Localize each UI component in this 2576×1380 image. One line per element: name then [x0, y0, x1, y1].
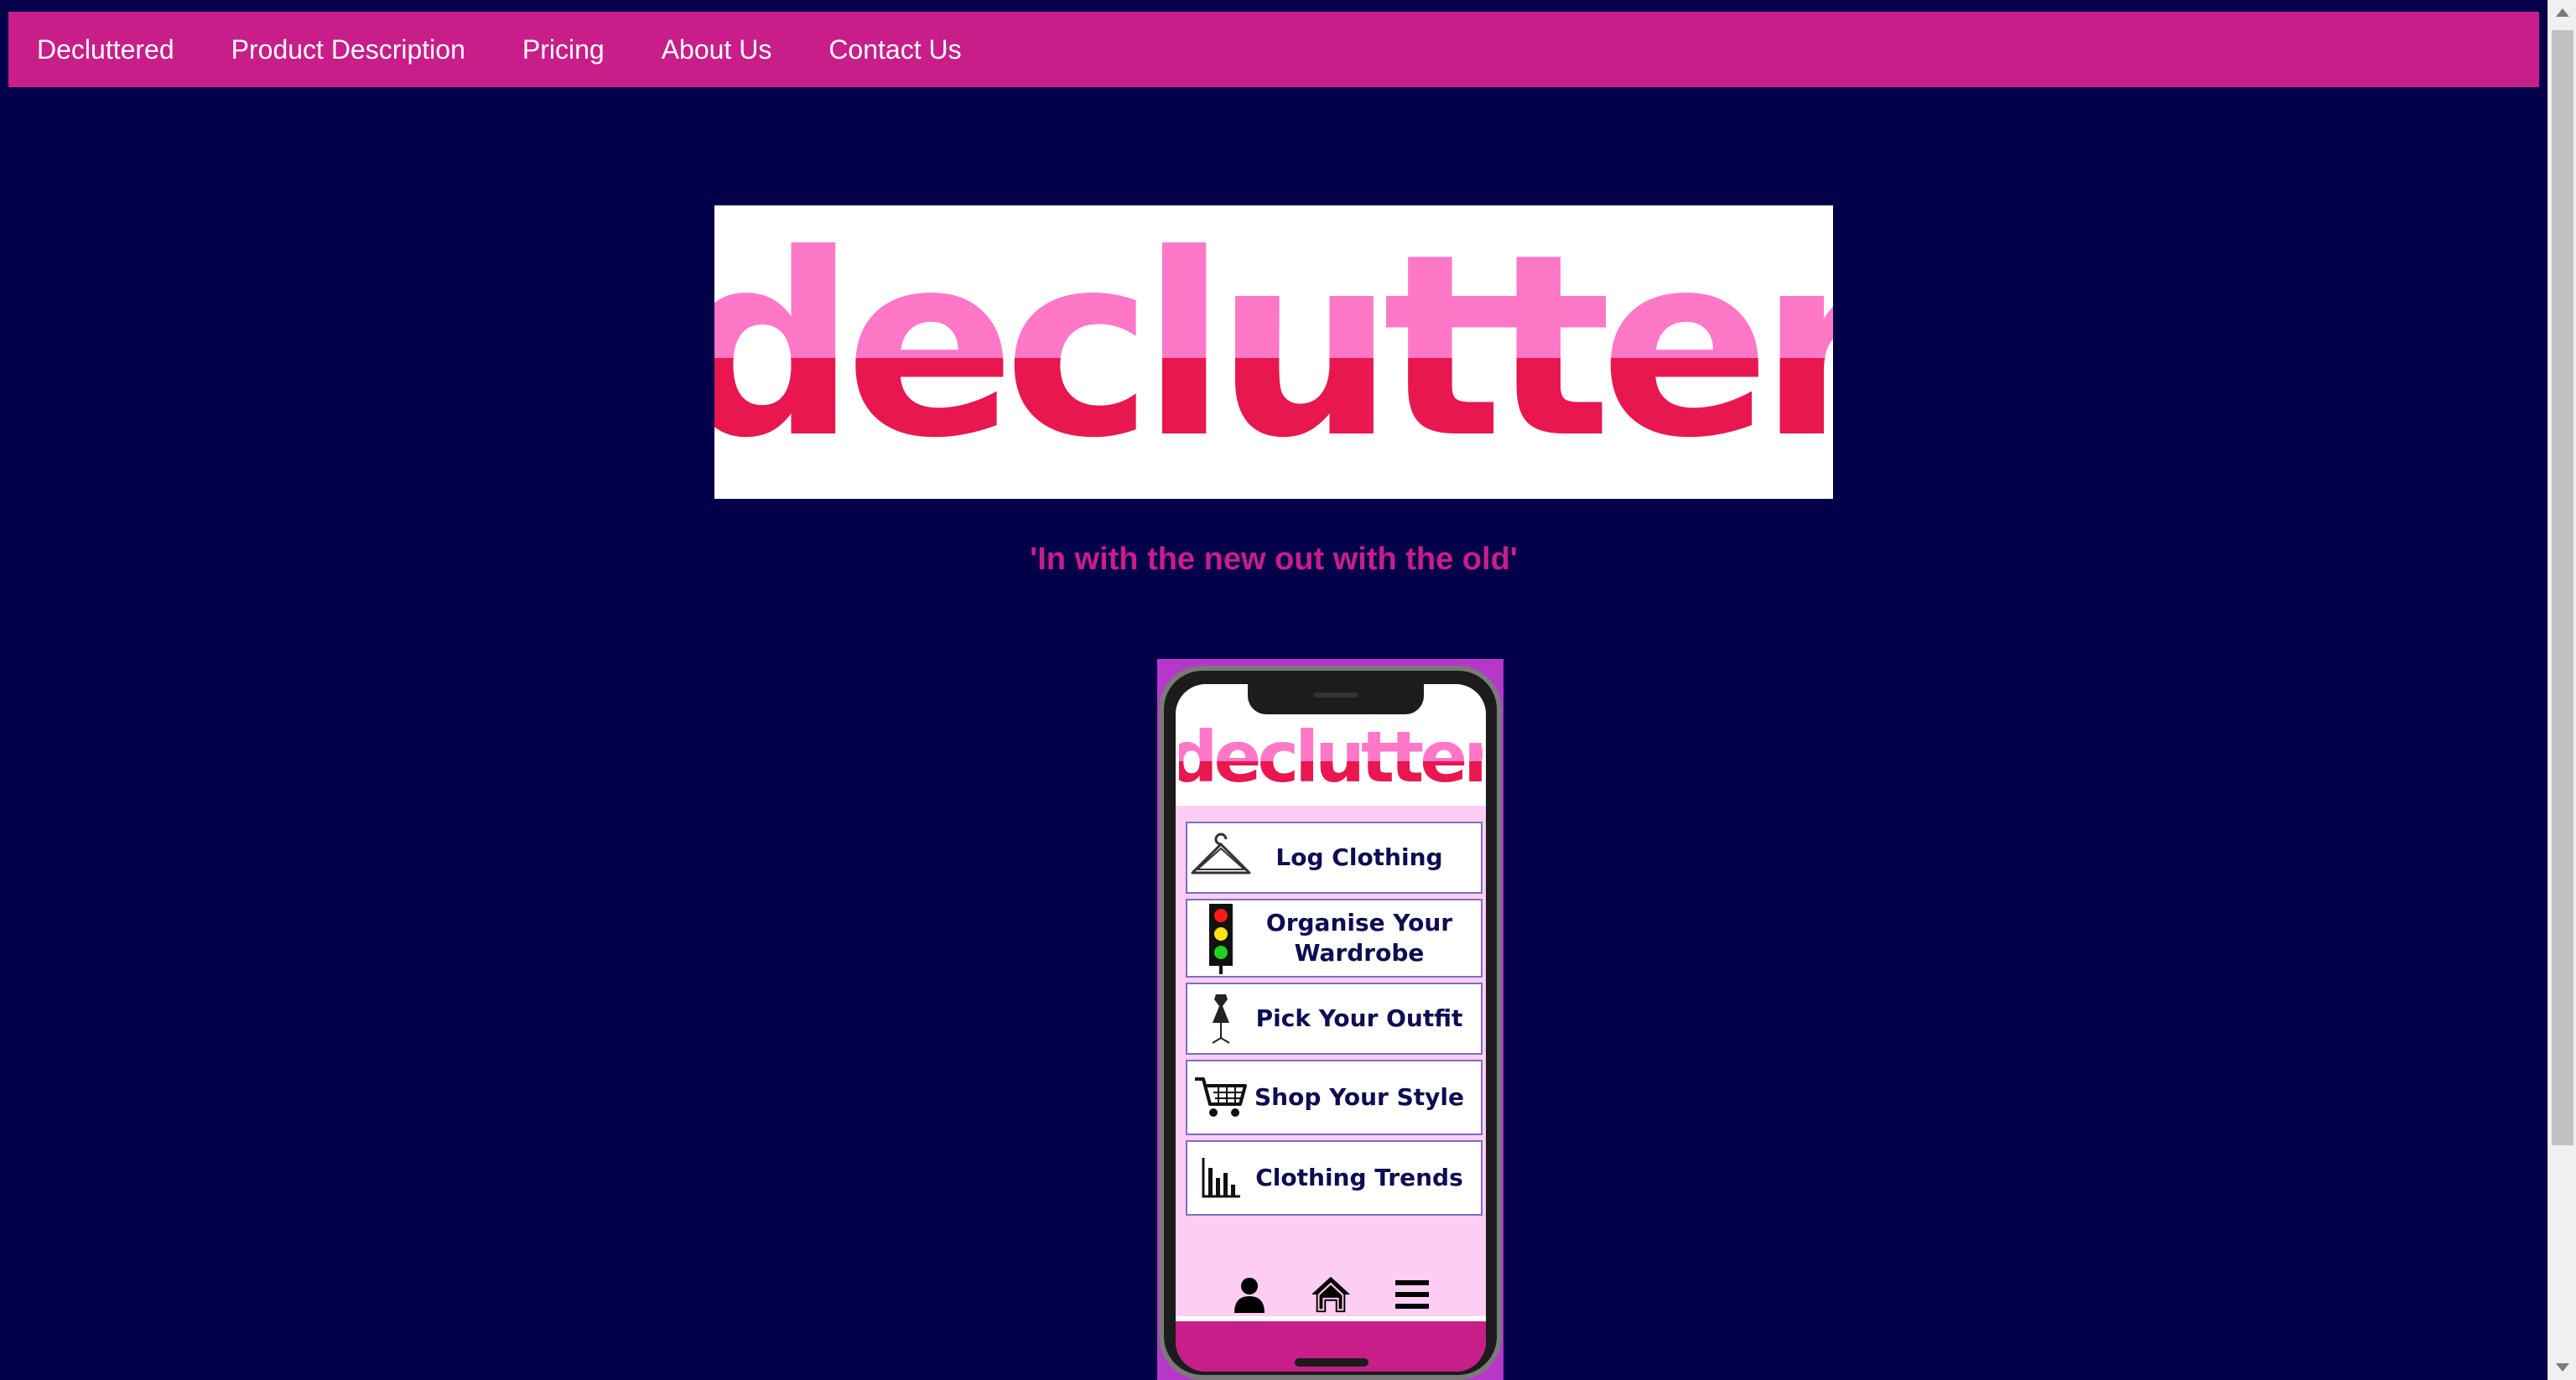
menu-item-organise-wardrobe[interactable]: Organise Your Wardrobe — [1186, 899, 1483, 978]
hanger-icon — [1187, 823, 1254, 892]
menu-item-clothing-trends[interactable]: Clothing Trends — [1186, 1140, 1483, 1216]
traffic-light-icon — [1187, 900, 1254, 976]
scroll-down-arrow-icon[interactable] — [2556, 1363, 2569, 1372]
nav-link-pricing[interactable]: Pricing — [522, 34, 605, 65]
scroll-up-arrow-icon[interactable] — [2556, 8, 2569, 17]
menu-item-log-clothing[interactable]: Log Clothing — [1186, 822, 1483, 894]
scrollbar-thumb[interactable] — [2552, 30, 2573, 1145]
menu-label-clothing-trends: Clothing Trends — [1255, 1164, 1463, 1191]
phone-body: declutter declutter Log Clothing Organis… — [1159, 666, 1502, 1380]
menu-label-log-clothing: Log Clothing — [1275, 843, 1443, 871]
nav-link-product-description[interactable]: Product Description — [231, 34, 465, 65]
declutter-logo-banner: declutter declutter — [714, 205, 1833, 499]
phone-declutter-logo: declutter declutter — [1179, 728, 1483, 795]
bar-chart-icon — [1187, 1142, 1254, 1214]
phone-menu-list: Log Clothing Organise Your Wardrobe Pick… — [1186, 822, 1483, 1221]
phone-speaker — [1313, 693, 1358, 698]
menu-label-pick-outfit: Pick Your Outfit — [1255, 1004, 1463, 1032]
hamburger-menu-icon[interactable] — [1391, 1274, 1433, 1315]
phone-screen: declutter declutter Log Clothing Organis… — [1176, 684, 1486, 1372]
top-strip — [0, 0, 2549, 8]
nav-link-about-us[interactable]: About Us — [662, 34, 772, 65]
dress-form-icon — [1187, 984, 1254, 1053]
home-indicator — [1295, 1358, 1368, 1367]
menu-label-shop-style: Shop Your Style — [1254, 1083, 1464, 1111]
menu-label-organise-wardrobe: Organise Your Wardrobe — [1265, 909, 1453, 967]
vertical-scrollbar[interactable] — [2547, 0, 2576, 1380]
user-icon[interactable] — [1228, 1274, 1270, 1315]
nav-link-decluttered[interactable]: Decluttered — [37, 34, 174, 65]
phone-mockup: declutter declutter Log Clothing Organis… — [1157, 659, 1504, 1380]
phone-footer — [1176, 1316, 1486, 1372]
top-navbar: Decluttered Product Description Pricing … — [8, 12, 2539, 87]
shopping-cart-icon — [1187, 1061, 1254, 1134]
tagline: 'In with the new out with the old' — [1030, 542, 1518, 577]
declutter-logo: declutter declutter — [714, 205, 1833, 493]
home-icon[interactable] — [1310, 1274, 1352, 1315]
page: Decluttered Product Description Pricing … — [0, 0, 2576, 1380]
menu-item-shop-style[interactable]: Shop Your Style — [1186, 1060, 1483, 1135]
nav-link-contact-us[interactable]: Contact Us — [828, 34, 961, 65]
menu-item-pick-outfit[interactable]: Pick Your Outfit — [1186, 983, 1483, 1055]
phone-notch — [1248, 684, 1424, 714]
